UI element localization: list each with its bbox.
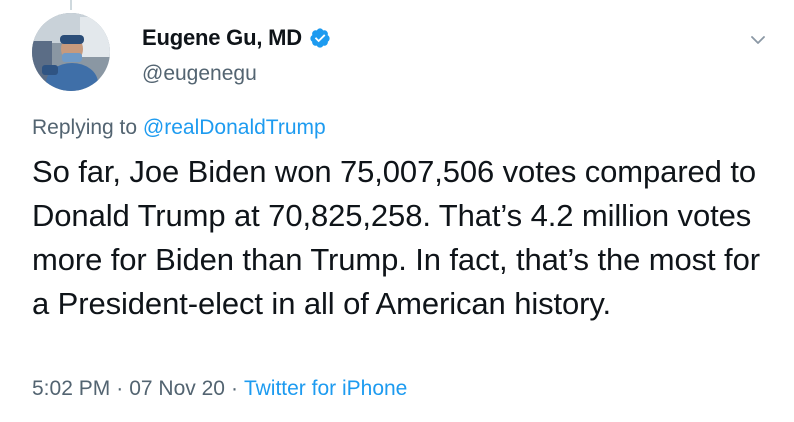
tweet-date[interactable]: 07 Nov 20 [129,377,225,400]
avatar[interactable] [32,13,110,91]
author-name-row[interactable]: Eugene Gu, MD [142,25,331,51]
meta-separator: · [230,377,238,400]
author-handle[interactable]: @eugenegu [142,62,257,86]
author-display-name[interactable]: Eugene Gu, MD [142,25,302,51]
avatar-photo [32,13,110,91]
tweet-text: So far, Joe Biden won 75,007,506 votes c… [32,154,760,321]
replying-to-label: Replying to [32,116,138,139]
reply-mention-link[interactable]: @realDonaldTrump [143,116,326,139]
chevron-down-icon[interactable] [748,30,768,50]
tweet-source-link[interactable]: Twitter for iPhone [244,377,407,400]
tweet-time[interactable]: 5:02 PM [32,377,110,400]
meta-separator: · [116,377,124,400]
verified-badge-icon [309,27,331,49]
thread-connector-line [70,0,72,10]
replying-to-line: Replying to @realDonaldTrump [32,116,326,140]
tweet-metadata: 5:02 PM · 07 Nov 20 · Twitter for iPhone [32,377,407,401]
